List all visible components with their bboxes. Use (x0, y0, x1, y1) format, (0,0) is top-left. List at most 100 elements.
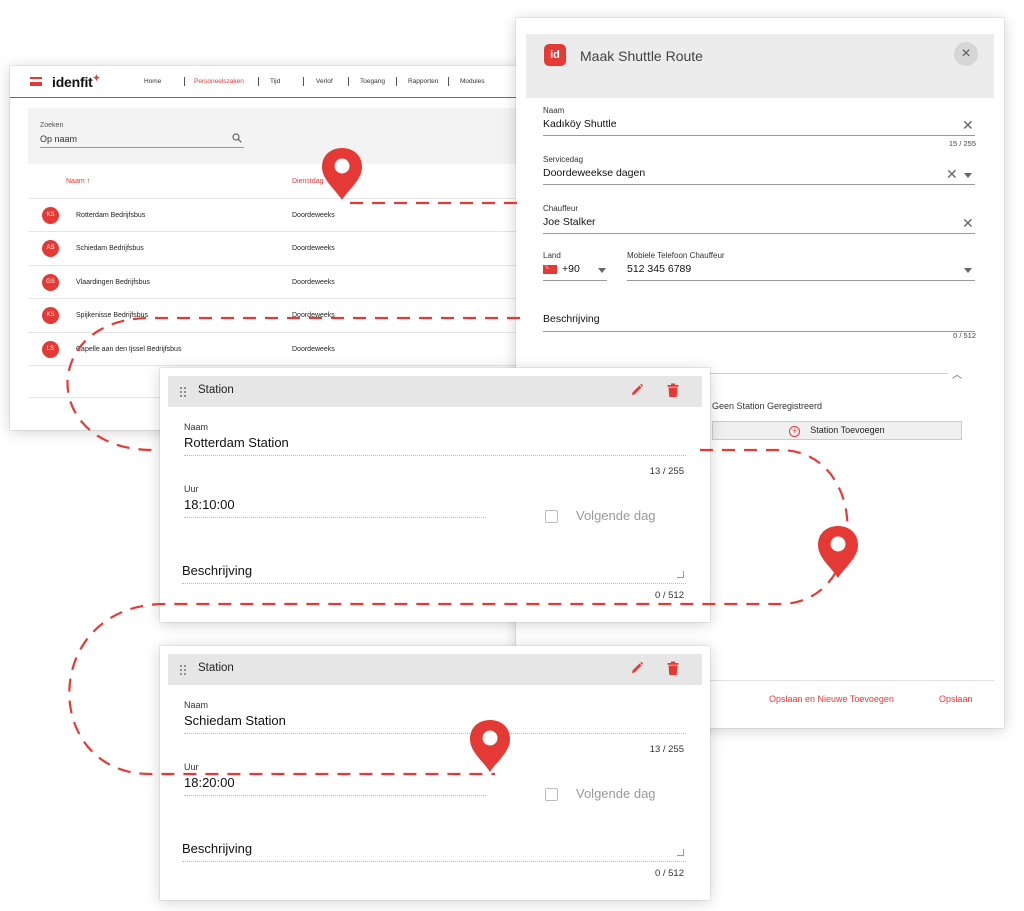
column-header-naam[interactable]: Naam ↑ (66, 178, 90, 185)
search-label: Zoeken (40, 122, 64, 129)
chevron-up-icon[interactable]: ︿ (952, 366, 962, 381)
row-day: Doordeweeks (292, 312, 335, 319)
add-station-button[interactable]: + Station Toevoegen (712, 421, 962, 440)
next-day-checkbox[interactable] (545, 510, 558, 523)
table-row[interactable]: KS Spijkenisse Bedrijfsbus Doordeweeks (28, 298, 530, 331)
search-icon[interactable] (232, 133, 242, 143)
resize-handle-icon[interactable] (677, 849, 684, 856)
name-input[interactable]: Kadıköy Shuttle (543, 118, 975, 136)
avatar: LS (42, 341, 59, 358)
drag-handle-icon[interactable] (180, 387, 186, 397)
nav-home[interactable]: Home (144, 78, 161, 85)
trash-icon[interactable] (666, 383, 680, 398)
name-field[interactable]: Naam Kadıköy Shuttle (543, 106, 975, 136)
empty-stations-text: Geen Station Geregistreerd (712, 401, 823, 411)
station-name-input[interactable]: Rotterdam Station (184, 435, 686, 456)
station-description-input[interactable]: Beschrijving (182, 563, 686, 584)
row-day: Doordeweeks (292, 279, 335, 286)
driver-label: Chauffeur (543, 204, 578, 213)
phone-label: Mobiele Telefoon Chauffeur (627, 251, 725, 260)
description-field[interactable]: Beschrijving (543, 310, 975, 332)
chevron-down-icon[interactable] (964, 268, 972, 273)
country-field[interactable]: Land +90 (543, 251, 607, 281)
name-counter: 15 / 255 (948, 139, 976, 148)
trash-icon[interactable] (666, 661, 680, 676)
search-section: Zoeken Op naam (28, 108, 530, 164)
station-title: Station (198, 662, 234, 674)
station-time-field[interactable]: Uur 18:10:00 (184, 484, 486, 518)
station-name-field[interactable]: Naam Schiedam Station (184, 700, 686, 734)
avatar: KS (42, 207, 59, 224)
nav-verlof[interactable]: Verlof (316, 78, 333, 85)
row-day: Doordeweeks (292, 346, 335, 353)
row-name: Vlaardingen Bedrijfsbus (76, 279, 150, 286)
dialog-header: id Maak Shuttle Route × (526, 34, 994, 98)
close-icon[interactable]: × (954, 42, 978, 66)
station-time-field[interactable]: Uur 18:20:00 (184, 762, 486, 796)
row-day: Doordeweeks (292, 212, 335, 219)
table-row[interactable]: GS Vlaardingen Bedrijfsbus Doordeweeks (28, 265, 530, 298)
driver-input[interactable]: Joe Stalker (543, 216, 975, 234)
serviceday-select[interactable]: Doordeweekse dagen (543, 167, 975, 185)
column-header-dienstdag[interactable]: Dienstdag (292, 178, 324, 185)
country-label: Land (543, 251, 561, 260)
station-description-counter: 0 / 512 (654, 868, 684, 879)
pencil-icon[interactable] (630, 661, 644, 675)
row-name: Spijkenisse Bedrijfsbus (76, 312, 148, 319)
station-name-field[interactable]: Naam Rotterdam Station (184, 422, 686, 456)
row-name: Capelle aan den Ijssel Bedrijfsbus (76, 346, 182, 353)
station-name-counter: 13 / 255 (649, 744, 684, 755)
next-day-label: Volgende dag (576, 508, 656, 523)
description-counter: 0 / 512 (953, 331, 976, 340)
hamburger-icon[interactable] (30, 77, 42, 86)
drag-handle-icon[interactable] (180, 665, 186, 675)
next-day-label: Volgende dag (576, 786, 656, 801)
next-day-checkbox[interactable] (545, 788, 558, 801)
station-name-label: Naam (184, 700, 209, 710)
top-navbar: idenfit✦ Home Personeelszaken Tijd Verlo… (10, 66, 530, 98)
search-input[interactable]: Op naam (40, 134, 244, 148)
chevron-down-icon[interactable] (964, 173, 972, 178)
nav-modules[interactable]: Modules (460, 78, 485, 85)
app-logo: id (544, 44, 566, 66)
station-description-input[interactable]: Beschrijving (182, 841, 686, 862)
station-time-label: Uur (184, 762, 199, 772)
station-name-input[interactable]: Schiedam Station (184, 713, 686, 734)
save-and-new-button[interactable]: Opslaan en Nieuwe Toevoegen (769, 694, 894, 704)
station-description-field[interactable]: Beschrijving (182, 838, 686, 862)
pencil-icon[interactable] (630, 383, 644, 397)
station-time-label: Uur (184, 484, 199, 494)
station-card: Station Naam Schiedam Station 13 / 255 U… (160, 646, 710, 900)
clear-icon[interactable]: ✕ (962, 117, 974, 134)
table-row[interactable]: KS Rotterdam Bedrijfsbus Doordeweeks (28, 198, 530, 231)
name-label: Naam (543, 106, 565, 115)
phone-input[interactable]: 512 345 6789 (627, 263, 975, 281)
description-input[interactable]: Beschrijving (543, 313, 975, 332)
table-row[interactable]: LS Capelle aan den Ijssel Bedrijfsbus Do… (28, 332, 530, 365)
station-time-input[interactable]: 18:20:00 (184, 775, 486, 796)
resize-handle-icon[interactable] (677, 571, 684, 578)
avatar: AS (42, 240, 59, 257)
row-name: Rotterdam Bedrijfsbus (76, 212, 146, 219)
clear-icon[interactable]: ✕ (946, 166, 958, 183)
serviceday-field[interactable]: Servicedag Doordeweekse dagen (543, 155, 975, 185)
station-time-input[interactable]: 18:10:00 (184, 497, 486, 518)
station-description-field[interactable]: Beschrijving (182, 560, 686, 584)
table-row[interactable]: AS Schiedam Bedrijfsbus Doordeweeks (28, 231, 530, 264)
driver-field[interactable]: Chauffeur Joe Stalker (543, 204, 975, 234)
chevron-down-icon[interactable] (598, 268, 606, 273)
phone-field[interactable]: Mobiele Telefoon Chauffeur 512 345 6789 (627, 251, 975, 281)
station-title: Station (198, 384, 234, 396)
row-day: Doordeweeks (292, 245, 335, 252)
avatar: GS (42, 274, 59, 291)
station-description-counter: 0 / 512 (654, 590, 684, 601)
nav-rapporten[interactable]: Rapporten (408, 78, 438, 85)
nav-tijd[interactable]: Tijd (270, 78, 280, 85)
flag-icon (543, 262, 557, 274)
nav-personeelszaken[interactable]: Personeelszaken (194, 78, 244, 85)
save-button[interactable]: Opslaan (939, 694, 973, 704)
clear-icon[interactable]: ✕ (962, 215, 974, 232)
nav-toegang[interactable]: Toegang (360, 78, 385, 85)
brand-logo[interactable]: idenfit✦ (52, 73, 100, 90)
station-header: Station (168, 376, 702, 407)
